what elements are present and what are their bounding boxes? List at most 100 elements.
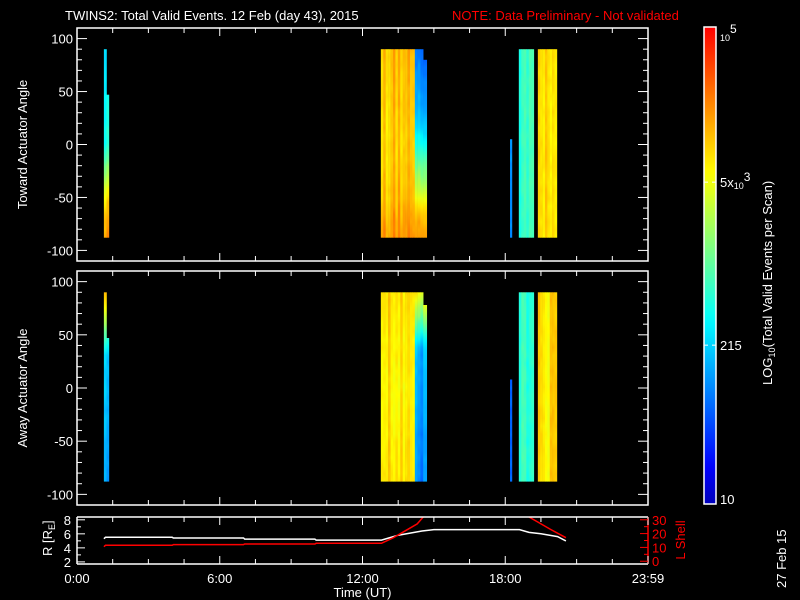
heatmap-column (528, 49, 532, 238)
heatmap-column (400, 292, 403, 482)
heatmap-column (537, 49, 541, 238)
y-tick-label: -100 (47, 487, 73, 502)
heatmap-column (420, 292, 424, 482)
y-tick-label: 100 (51, 275, 73, 290)
heatmap-column (392, 49, 396, 238)
twins-events-figure: TWINS2: Total Valid Events. 12 Feb (day … (15, 8, 789, 600)
y-tick-label: 6 (64, 527, 71, 542)
y-axis-title: Away Actuator Angle (15, 328, 30, 447)
heatmap-column (540, 49, 543, 238)
colorbar-tick-label: 215 (720, 338, 742, 353)
x-tick-label: 23:59 (632, 571, 665, 586)
r-distance-line (103, 528, 567, 542)
heatmap-column (528, 292, 532, 482)
heatmap-column (383, 49, 386, 238)
l-shell-tick-label: 10 (652, 540, 666, 555)
heatmap-column (388, 292, 391, 482)
heatmap-column (380, 49, 384, 238)
heatmap-column (542, 49, 546, 238)
heatmap-column (388, 49, 391, 238)
y-tick-label: -50 (54, 190, 73, 205)
heatmap-column (407, 292, 411, 482)
colorbar-tick-label: 5x103 (720, 170, 751, 191)
heatmap-column (390, 292, 394, 482)
heatmap-column (549, 292, 553, 482)
heatmap-column (405, 49, 408, 238)
heatmap-column (103, 292, 107, 482)
heatmap-column (414, 292, 418, 482)
y-axis-title: Toward Actuator Angle (15, 80, 30, 209)
heatmap-column (544, 49, 548, 238)
heatmap-column (405, 292, 408, 482)
heatmap-column (417, 49, 421, 238)
heatmap-column (531, 49, 535, 238)
x-axis-title: Time (UT) (333, 585, 391, 600)
heatmap-column (554, 292, 558, 482)
heatmap-column (547, 292, 551, 482)
date-stamp: 27 Feb 15 (774, 529, 789, 588)
heatmap-column (103, 49, 107, 238)
heatmap-column (523, 292, 527, 482)
series-lines (103, 517, 567, 548)
data-note: NOTE: Data Preliminary - Not validated (452, 8, 679, 23)
y-tick-label: 2 (64, 555, 71, 570)
panel-frame (76, 270, 649, 506)
y-tick-label: 0 (66, 138, 73, 153)
y-tick-label: 50 (59, 328, 73, 343)
heatmap-column (526, 49, 530, 238)
heatmap-column (540, 292, 543, 482)
heatmap-column (552, 292, 555, 482)
x-tick-label: 18:00 (489, 571, 522, 586)
colorbar-tick-label: 105 (720, 22, 737, 43)
heatmap-column (392, 292, 396, 482)
heatmap-column (510, 379, 513, 482)
x-tick-label: 6:00 (207, 571, 232, 586)
spectrogram-panel-toward: 100 50 0 -50 -100 Toward Actuator Angle (15, 27, 649, 262)
heatmap-column (417, 292, 421, 482)
heatmap-column (414, 49, 418, 238)
heatmap-column (423, 305, 428, 482)
spectrogram-panel-away: 100 50 0 -50 -100 Away Actuator Angle (15, 270, 649, 506)
x-tick-label: 0:00 (64, 571, 89, 586)
heatmap-column (544, 292, 548, 482)
figure-title: TWINS2: Total Valid Events. 12 Feb (day … (65, 8, 359, 23)
heatmap-column (547, 49, 551, 238)
y-tick-label: 50 (59, 85, 73, 100)
heatmap-column (402, 292, 406, 482)
heatmap-column (420, 49, 424, 238)
panel-frame (76, 27, 649, 262)
heatmap-column (537, 292, 541, 482)
r-axis-title: R [RE] (40, 520, 57, 556)
heatmap-column (510, 139, 513, 238)
heatmap-column (400, 49, 403, 238)
heatmap-column (412, 292, 416, 482)
heatmap-column (518, 292, 522, 482)
y-tick-label: 4 (64, 541, 71, 556)
l-shell-tick-label: 30 (652, 513, 666, 528)
heatmap-column (397, 292, 401, 482)
y-tick-label: -50 (54, 434, 73, 449)
heatmap-column (542, 292, 546, 482)
heatmap-column (554, 49, 558, 238)
ephemeris-panel: 8642 3020100 0:00 6:00 12:00 18:00 23:59 Time (… (40, 513, 688, 600)
heatmap-column (552, 49, 555, 238)
y-tick-label: 0 (66, 381, 73, 396)
heatmap-column (526, 292, 530, 482)
colorbar: 105 5x103 215 10 LOG10(Total Valid Events pe… (703, 22, 777, 507)
heatmap-column (412, 49, 416, 238)
heatmap-column (385, 49, 389, 238)
l-shell-axis-title: L Shell (673, 520, 688, 559)
y-tick-label: 100 (51, 32, 73, 47)
l-shell-tick-label: 20 (652, 527, 666, 542)
heatmap-column (395, 292, 399, 482)
heatmap-column (518, 49, 522, 238)
heatmap-column (409, 292, 413, 482)
y-tick-label: 8 (64, 513, 71, 528)
heatmap-column (106, 338, 110, 482)
x-tick-label: 12:00 (346, 571, 379, 586)
l-shell-tick-label: 0 (652, 554, 659, 569)
heatmap-column (385, 292, 389, 482)
heatmap-column (380, 292, 384, 482)
colorbar-tick-label: 10 (720, 492, 734, 507)
heatmap-column (402, 49, 406, 238)
